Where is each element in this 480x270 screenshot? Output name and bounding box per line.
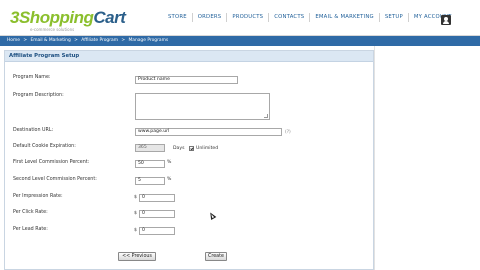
- per-impression-currency: $: [134, 195, 137, 200]
- nav-email-marketing[interactable]: EMAIL & MARKETING: [315, 14, 374, 22]
- affiliate-setup-panel: Affiliate Program Setup Program Name: Pr…: [4, 50, 374, 270]
- per-lead-rate-input[interactable]: 0: [139, 227, 175, 235]
- breadcrumb-separator: >: [121, 38, 126, 43]
- per-click-currency: $: [134, 211, 137, 216]
- nav-setup[interactable]: SETUP: [385, 14, 403, 22]
- per-lead-rate-label: Per Lead Rate:: [13, 227, 48, 232]
- create-button[interactable]: Create: [205, 252, 227, 261]
- cookie-expiration-unit: Days: [173, 146, 185, 151]
- logo-part2: Cart: [93, 8, 126, 27]
- program-name-input[interactable]: Product name: [135, 76, 238, 84]
- panel-title: Affiliate Program Setup: [9, 53, 80, 59]
- per-click-rate-label: Per Click Rate:: [13, 210, 48, 215]
- nav-divider: [378, 13, 380, 22]
- breadcrumb-separator: >: [74, 38, 78, 43]
- breadcrumb-home[interactable]: Home: [7, 38, 20, 43]
- destination-url-label: Destination URL:: [13, 128, 54, 133]
- nav-divider: [191, 13, 193, 22]
- breadcrumb-separator: >: [23, 38, 28, 43]
- right-divider: [374, 46, 375, 270]
- nav-contacts[interactable]: CONTACTS: [274, 14, 304, 22]
- breadcrumb-affiliate-program[interactable]: Affiliate Program: [81, 38, 118, 43]
- main-nav: STORE ORDERS PRODUCTS CONTACTS EMAIL & M…: [168, 13, 457, 22]
- second-level-commission-label: Second Level Commission Percent:: [13, 177, 97, 182]
- user-icon[interactable]: [441, 15, 451, 25]
- cookie-expiration-label: Default Cookie Expiration:: [13, 144, 76, 149]
- second-level-percent-sign: %: [167, 177, 172, 182]
- nav-divider: [268, 13, 270, 22]
- first-level-commission-label: First Level Commission Percent:: [13, 160, 90, 165]
- logo[interactable]: 3ShoppingCart: [10, 8, 126, 28]
- destination-url-help[interactable]: (?): [285, 130, 291, 135]
- nav-divider: [309, 13, 311, 22]
- breadcrumb-manage-programs: Manage Programs: [128, 38, 169, 43]
- unlimited-label: Unlimited: [196, 146, 219, 151]
- per-impression-rate-input[interactable]: 0: [139, 194, 175, 202]
- program-description-textarea[interactable]: [135, 93, 270, 120]
- unlimited-checkbox[interactable]: [189, 146, 194, 151]
- first-level-percent-sign: %: [167, 160, 172, 165]
- nav-products[interactable]: PRODUCTS: [232, 14, 263, 22]
- nav-orders[interactable]: ORDERS: [198, 14, 222, 22]
- logo-part1: Shopping: [18, 8, 94, 27]
- program-name-label: Program Name:: [13, 75, 51, 80]
- panel-header: Affiliate Program Setup: [5, 51, 373, 62]
- program-description-label: Program Description:: [13, 93, 64, 98]
- cookie-expiration-input[interactable]: 365: [135, 144, 165, 152]
- per-lead-currency: $: [134, 228, 137, 233]
- logo-tagline: e-commerce solutions: [30, 27, 75, 32]
- logo-prefix: 3: [10, 8, 19, 27]
- nav-divider: [226, 13, 228, 22]
- destination-url-input[interactable]: www.page.url: [135, 128, 282, 136]
- breadcrumb: Home > Email & Marketing > Affiliate Pro…: [7, 38, 170, 43]
- first-level-commission-input[interactable]: 50: [135, 160, 165, 168]
- breadcrumb-email-marketing[interactable]: Email & Marketing: [30, 38, 70, 43]
- second-level-commission-input[interactable]: 5: [135, 177, 165, 185]
- nav-store[interactable]: STORE: [168, 14, 187, 22]
- per-click-rate-input[interactable]: 0: [139, 210, 175, 218]
- nav-divider: [407, 13, 409, 22]
- top-header: 3ShoppingCart e-commerce solutions STORE…: [0, 0, 480, 36]
- previous-button[interactable]: << Previous: [118, 252, 156, 261]
- per-impression-rate-label: Per Impression Rate:: [13, 194, 63, 199]
